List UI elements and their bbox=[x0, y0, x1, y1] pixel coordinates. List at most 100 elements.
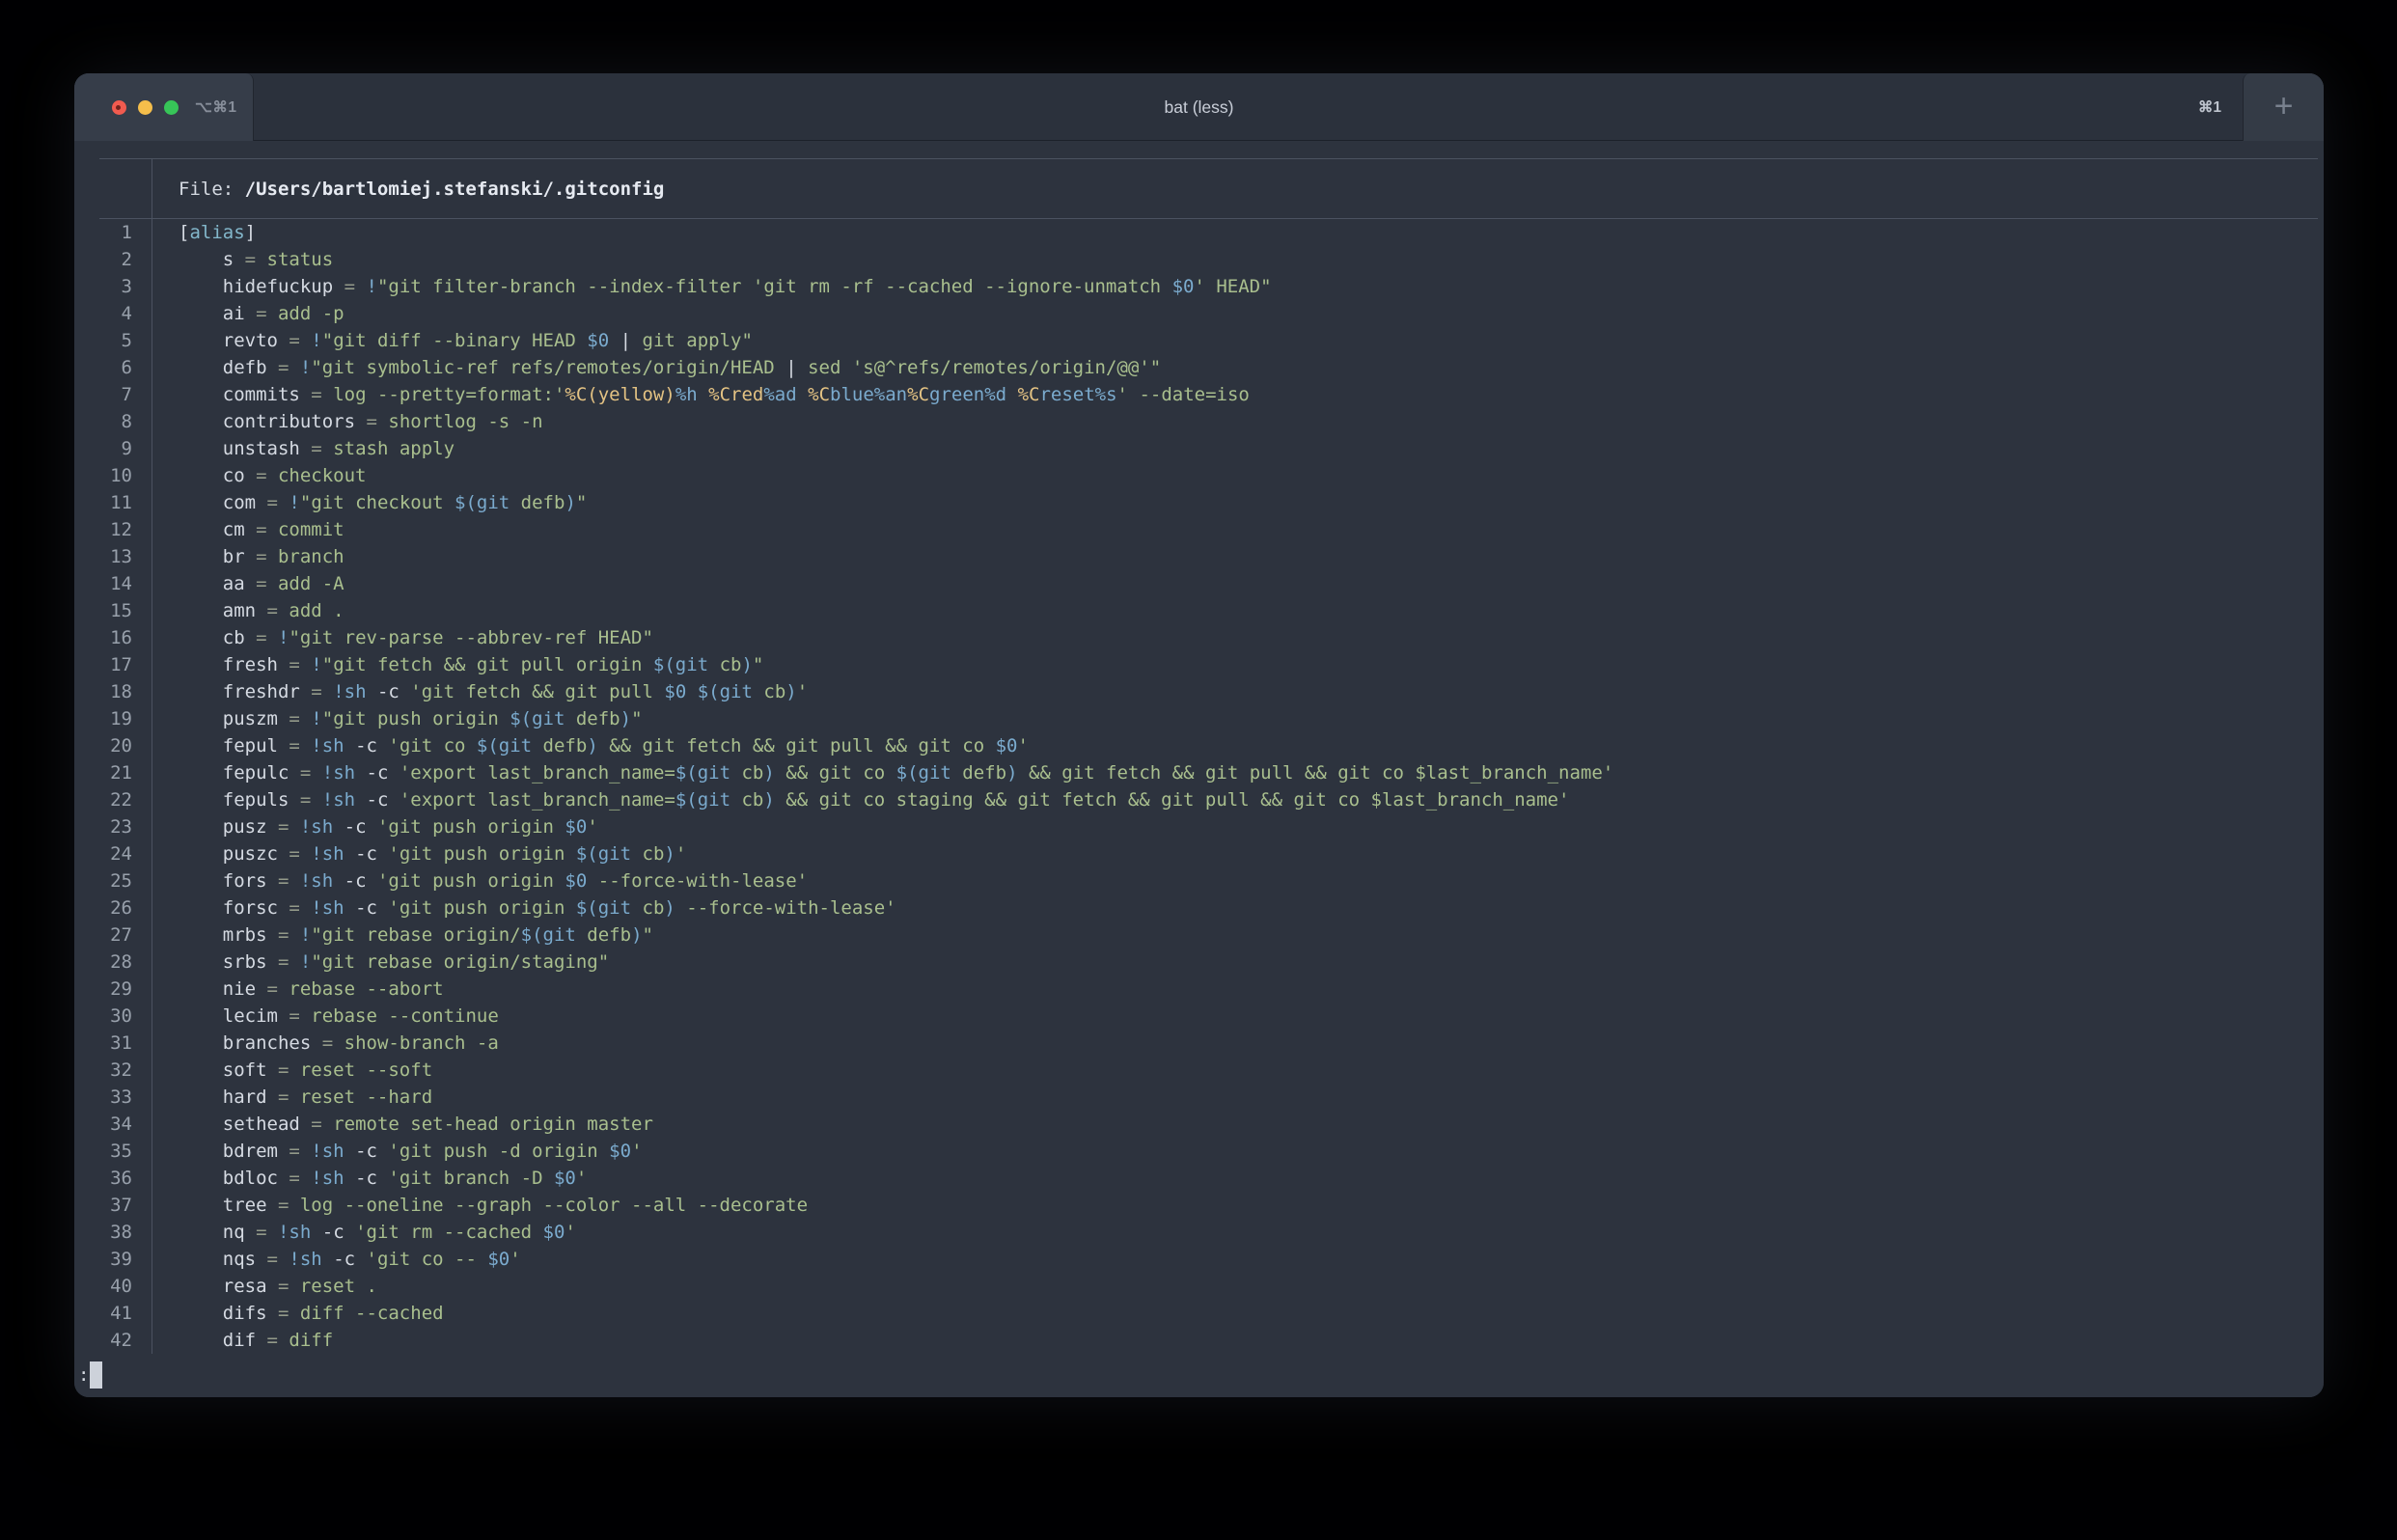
code-line: 27 mrbs = !"git rebase origin/$(git defb… bbox=[74, 921, 2324, 949]
terminal-content[interactable]: File: /Users/bartlomiej.stefanski/.gitco… bbox=[74, 141, 2324, 1397]
code-line: 15 amn = add . bbox=[74, 597, 2324, 624]
code-line: 3 hidefuckup = !"git filter-branch --ind… bbox=[74, 273, 2324, 300]
code-line: 20 fepul = !sh -c 'git co $(git defb) &&… bbox=[74, 732, 2324, 759]
line-number: 3 bbox=[74, 273, 132, 300]
code-line: 6 defb = !"git symbolic-ref refs/remotes… bbox=[74, 354, 2324, 381]
code-line: 35 bdrem = !sh -c 'git push -d origin $0… bbox=[74, 1138, 2324, 1165]
code-line: 11 com = !"git checkout $(git defb)" bbox=[74, 489, 2324, 516]
file-header: File: /Users/bartlomiej.stefanski/.gitco… bbox=[74, 159, 2324, 218]
line-content: amn = add . bbox=[132, 597, 344, 624]
line-content: resa = reset . bbox=[132, 1273, 377, 1300]
code-line: 18 freshdr = !sh -c 'git fetch && git pu… bbox=[74, 678, 2324, 705]
line-number: 12 bbox=[74, 516, 132, 543]
line-content: forsc = !sh -c 'git push origin $(git cb… bbox=[132, 894, 896, 921]
line-number: 27 bbox=[74, 921, 132, 949]
line-number: 32 bbox=[74, 1057, 132, 1084]
code-line: 37 tree = log --oneline --graph --color … bbox=[74, 1192, 2324, 1219]
line-number: 10 bbox=[74, 462, 132, 489]
code-line: 12 cm = commit bbox=[74, 516, 2324, 543]
line-number: 7 bbox=[74, 381, 132, 408]
line-content: fresh = !"git fetch && git pull origin $… bbox=[132, 651, 763, 678]
code-line: 2 s = status bbox=[74, 246, 2324, 273]
code-line: 40 resa = reset . bbox=[74, 1273, 2324, 1300]
new-tab-button[interactable]: + bbox=[2243, 73, 2324, 141]
line-number: 38 bbox=[74, 1219, 132, 1246]
line-number: 19 bbox=[74, 705, 132, 732]
window-title: bat (less) bbox=[74, 73, 2324, 141]
line-content: cm = commit bbox=[132, 516, 344, 543]
line-content: ai = add -p bbox=[132, 300, 344, 327]
code-line: 19 puszm = !"git push origin $(git defb)… bbox=[74, 705, 2324, 732]
code-line: 24 puszc = !sh -c 'git push origin $(git… bbox=[74, 840, 2324, 867]
line-number: 22 bbox=[74, 786, 132, 813]
line-number: 36 bbox=[74, 1165, 132, 1192]
code-line: 31 branches = show-branch -a bbox=[74, 1030, 2324, 1057]
code-line: 4 ai = add -p bbox=[74, 300, 2324, 327]
line-number: 34 bbox=[74, 1111, 132, 1138]
line-content: hard = reset --hard bbox=[132, 1084, 432, 1111]
file-label: File: bbox=[179, 179, 245, 200]
line-number: 18 bbox=[74, 678, 132, 705]
code-line: 10 co = checkout bbox=[74, 462, 2324, 489]
code-line: 5 revto = !"git diff --binary HEAD $0 | … bbox=[74, 327, 2324, 354]
line-content: nqs = !sh -c 'git co -- $0' bbox=[132, 1246, 521, 1273]
line-content: co = checkout bbox=[132, 462, 367, 489]
code-line: 28 srbs = !"git rebase origin/staging" bbox=[74, 949, 2324, 976]
line-content: unstash = stash apply bbox=[132, 435, 455, 462]
line-content: defb = !"git symbolic-ref refs/remotes/o… bbox=[132, 354, 1161, 381]
line-number: 29 bbox=[74, 976, 132, 1003]
line-content: br = branch bbox=[132, 543, 344, 570]
code-line: 34 sethead = remote set-head origin mast… bbox=[74, 1111, 2324, 1138]
line-number: 28 bbox=[74, 949, 132, 976]
line-number: 16 bbox=[74, 624, 132, 651]
line-content: com = !"git checkout $(git defb)" bbox=[132, 489, 587, 516]
line-number: 42 bbox=[74, 1327, 132, 1354]
line-number: 4 bbox=[74, 300, 132, 327]
line-content: fepul = !sh -c 'git co $(git defb) && gi… bbox=[132, 732, 1029, 759]
code-line: 30 lecim = rebase --continue bbox=[74, 1003, 2324, 1030]
line-number: 26 bbox=[74, 894, 132, 921]
line-number: 11 bbox=[74, 489, 132, 516]
code-line: 22 fepuls = !sh -c 'export last_branch_n… bbox=[74, 786, 2324, 813]
line-number: 15 bbox=[74, 597, 132, 624]
line-number: 35 bbox=[74, 1138, 132, 1165]
line-content: s = status bbox=[132, 246, 333, 273]
line-content: srbs = !"git rebase origin/staging" bbox=[132, 949, 609, 976]
code-line: 17 fresh = !"git fetch && git pull origi… bbox=[74, 651, 2324, 678]
line-content: difs = diff --cached bbox=[132, 1300, 444, 1327]
code-line: 7 commits = log --pretty=format:'%C(yell… bbox=[74, 381, 2324, 408]
line-number: 13 bbox=[74, 543, 132, 570]
line-number: 39 bbox=[74, 1246, 132, 1273]
line-content: soft = reset --soft bbox=[132, 1057, 432, 1084]
line-number: 9 bbox=[74, 435, 132, 462]
code-line: 21 fepulc = !sh -c 'export last_branch_n… bbox=[74, 759, 2324, 786]
title-bar[interactable]: ⌥⌘1 bat (less) ⌘1 + bbox=[74, 73, 2324, 141]
line-content: puszc = !sh -c 'git push origin $(git cb… bbox=[132, 840, 686, 867]
line-content: freshdr = !sh -c 'git fetch && git pull … bbox=[132, 678, 808, 705]
line-content: hidefuckup = !"git filter-branch --index… bbox=[132, 273, 1272, 300]
code-line: 29 nie = rebase --abort bbox=[74, 976, 2324, 1003]
line-number: 31 bbox=[74, 1030, 132, 1057]
code-line: 13 br = branch bbox=[74, 543, 2324, 570]
line-content: fepuls = !sh -c 'export last_branch_name… bbox=[132, 786, 1569, 813]
line-number: 6 bbox=[74, 354, 132, 381]
code-line: 23 pusz = !sh -c 'git push origin $0' bbox=[74, 813, 2324, 840]
line-number: 25 bbox=[74, 867, 132, 894]
line-number: 1 bbox=[74, 219, 132, 246]
line-content: aa = add -A bbox=[132, 570, 344, 597]
code-line: 9 unstash = stash apply bbox=[74, 435, 2324, 462]
code-line: 26 forsc = !sh -c 'git push origin $(git… bbox=[74, 894, 2324, 921]
line-content: tree = log --oneline --graph --color --a… bbox=[132, 1192, 808, 1219]
line-number: 30 bbox=[74, 1003, 132, 1030]
code-line: 32 soft = reset --soft bbox=[74, 1057, 2324, 1084]
line-content: lecim = rebase --continue bbox=[132, 1003, 499, 1030]
line-content: contributors = shortlog -s -n bbox=[132, 408, 543, 435]
code-line: 14 aa = add -A bbox=[74, 570, 2324, 597]
prompt-colon: : bbox=[78, 1361, 89, 1389]
window-shortcut-label: ⌘1 bbox=[2198, 73, 2221, 141]
line-content: branches = show-branch -a bbox=[132, 1030, 499, 1057]
terminal-window: ⌥⌘1 bat (less) ⌘1 + File: /Users/bartlom… bbox=[74, 73, 2324, 1397]
line-content: nie = rebase --abort bbox=[132, 976, 444, 1003]
line-number: 5 bbox=[74, 327, 132, 354]
pager-prompt[interactable]: : bbox=[78, 1361, 2324, 1389]
